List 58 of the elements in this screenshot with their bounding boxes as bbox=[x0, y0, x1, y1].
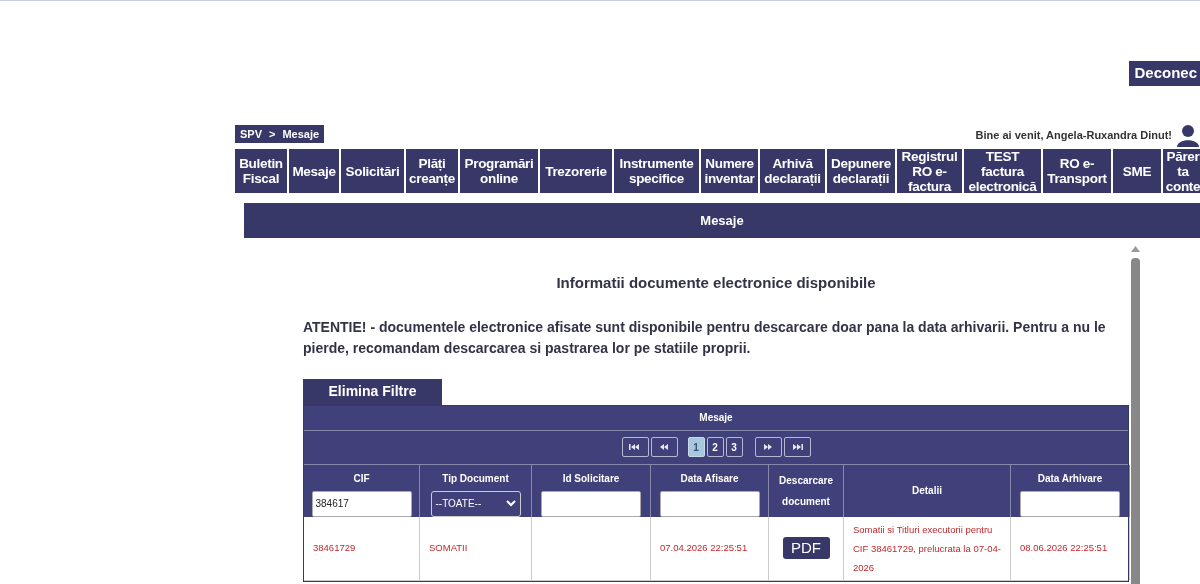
scrollbar-thumb[interactable] bbox=[1131, 258, 1140, 584]
clear-filters-button[interactable]: Elimina Filtre bbox=[303, 378, 442, 405]
logout-button[interactable]: Deconec bbox=[1129, 61, 1200, 86]
breadcrumb-link[interactable]: SPV bbox=[240, 125, 262, 143]
nav-tab[interactable]: Trezorerie bbox=[540, 149, 612, 193]
column-title: Id Solicitare bbox=[562, 471, 620, 486]
table-title: Mesaje bbox=[304, 405, 1128, 431]
next-page-button[interactable] bbox=[754, 437, 782, 457]
previous-page-button[interactable] bbox=[650, 437, 678, 457]
nav-tab[interactable]: Părer ta conte bbox=[1163, 149, 1200, 193]
nav-tab[interactable]: SME bbox=[1113, 149, 1161, 193]
welcome-text: Bine ai venit, Angela-Ruxandra Dinut! bbox=[975, 127, 1172, 143]
table-cell-text: 07.04.2026 22:25:51 bbox=[660, 540, 748, 555]
table-cell-text: SOMATII bbox=[429, 540, 468, 555]
column-title: Detalii bbox=[912, 484, 942, 498]
breadcrumb-separator: > bbox=[269, 126, 276, 142]
page-button[interactable]: 1 bbox=[687, 437, 705, 457]
table-cell-text: Somatii si Titluri executorii pentru CIF 38461729, prelucrata la 07-04-2026 bbox=[853, 522, 1001, 575]
page-button[interactable]: 3 bbox=[725, 437, 743, 457]
column-title: Data Afisare bbox=[680, 471, 739, 486]
page-button[interactable]: 2 bbox=[706, 437, 724, 457]
nav-tab[interactable]: Arhivă declarații bbox=[760, 149, 825, 193]
nav-tab[interactable]: Depunere declarații bbox=[827, 149, 895, 193]
nav-tab[interactable]: RO e-Transport bbox=[1043, 149, 1111, 193]
nav-tab[interactable]: Mesaje bbox=[289, 149, 339, 193]
filter-dropdown[interactable]: --TOATE-- bbox=[430, 490, 521, 517]
nav-tab[interactable]: TEST factura electronică bbox=[964, 149, 1041, 193]
nav-tab[interactable]: Programări online bbox=[460, 149, 538, 193]
scroll-up-arrow-icon[interactable] bbox=[1131, 246, 1140, 252]
nav-tab[interactable]: Registrul RO e-factura bbox=[897, 149, 962, 193]
breadcrumb-link[interactable]: Mesaje bbox=[282, 125, 320, 143]
nav-tab[interactable]: Instrumente specifice bbox=[614, 149, 699, 193]
notice-text: ATENTIE! - documentele electronice afisate sunt disponibile pentru descarcare doar pana la data arhivarii. Pentru a nu le pierde, recomandam descarcarea si pastrarea lor pe statiile proprii. bbox=[303, 317, 1107, 358]
filter-field[interactable] bbox=[541, 490, 641, 517]
nav-tab[interactable]: Buletin Fiscal bbox=[235, 149, 287, 193]
nav-tab[interactable]: Numere inventar bbox=[701, 149, 758, 193]
filter-field[interactable] bbox=[659, 490, 760, 517]
nav-tab[interactable]: Plăți creanțe bbox=[406, 149, 458, 193]
table-cell-text: 38461729 bbox=[313, 540, 356, 555]
last-page-icon bbox=[791, 443, 803, 451]
double-right-arrow-icon bbox=[762, 443, 774, 451]
first-page-icon bbox=[629, 443, 641, 451]
column-title: Tip Document bbox=[442, 471, 509, 486]
page-heading: Informatii documente electronice disponibile bbox=[555, 273, 877, 293]
last-page-button[interactable] bbox=[783, 437, 811, 457]
pdf-download-button[interactable]: PDF bbox=[782, 537, 830, 559]
filter-field[interactable]: 384617 bbox=[311, 490, 412, 517]
first-page-button[interactable] bbox=[621, 437, 649, 457]
chevron-down-icon bbox=[505, 500, 516, 507]
column-title: CIF bbox=[353, 471, 370, 486]
nav-tab[interactable]: Solicitări bbox=[341, 149, 404, 193]
column-title: Descarcare document bbox=[778, 473, 834, 509]
double-left-arrow-icon bbox=[658, 443, 670, 451]
user-icon bbox=[1176, 123, 1200, 147]
filter-field[interactable] bbox=[1020, 490, 1120, 517]
table-cell-text: 08.06.2026 22:25:51 bbox=[1020, 540, 1108, 555]
column-title: Data Arhivare bbox=[1037, 471, 1103, 486]
section-title-bar: Mesaje bbox=[244, 203, 1200, 238]
